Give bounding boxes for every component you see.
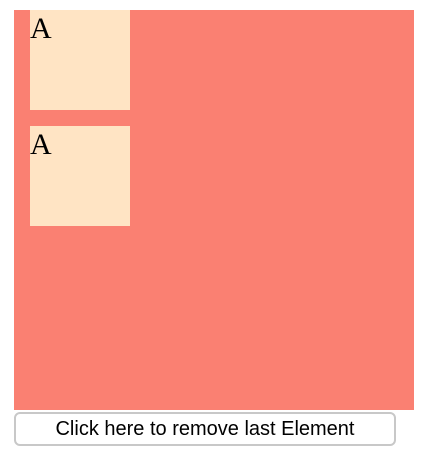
remove-last-element-button[interactable]: Click here to remove last Element: [14, 412, 396, 446]
elements-container: A A: [14, 10, 414, 410]
element-label: A: [30, 12, 52, 45]
element-box: A: [30, 10, 130, 110]
element-box: A: [30, 126, 130, 226]
element-label: A: [30, 128, 52, 161]
